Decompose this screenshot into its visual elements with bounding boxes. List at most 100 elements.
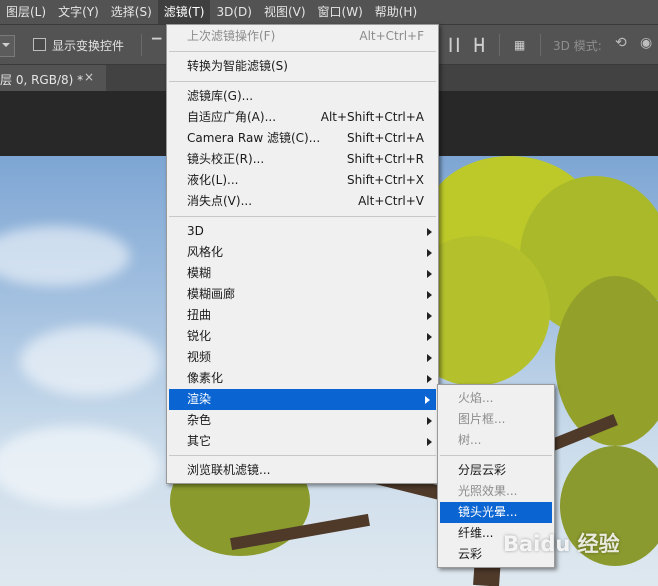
menu-item-filter-gallery[interactable]: 滤镜库(G)...	[167, 86, 438, 107]
submenu-arrow-icon	[427, 333, 432, 341]
menu-item-label: Camera Raw 滤镜(C)...	[187, 131, 321, 145]
submenu-arrow-icon	[425, 396, 430, 404]
menu-item-shortcut: Alt+Shift+Ctrl+A	[320, 110, 424, 124]
submenu-item-flame[interactable]: 火焰...	[438, 388, 554, 409]
menu-divider	[169, 51, 436, 52]
menu-item-label: 其它	[187, 434, 212, 448]
menu-item-label: 杂色	[187, 413, 212, 427]
submenu-arrow-icon	[427, 438, 432, 446]
submenu-item-picture-frame[interactable]: 图片框...	[438, 409, 554, 430]
submenu-arrow-icon	[427, 291, 432, 299]
submenu-item-lens-flare[interactable]: 镜头光晕...	[440, 502, 552, 523]
submenu-item-label: 光照效果...	[458, 484, 518, 498]
menu-filter[interactable]: 滤镜(T)	[157, 0, 211, 24]
menu-item-liquify[interactable]: 液化(L)... Shift+Ctrl+X	[167, 170, 438, 191]
menu-item-pixelate[interactable]: 像素化	[167, 368, 438, 389]
menu-item-label: 上次滤镜操作(F)	[187, 29, 276, 43]
menu-3d[interactable]: 3D(D)	[210, 0, 257, 24]
menu-divider	[440, 455, 552, 456]
menu-item-camera-raw[interactable]: Camera Raw 滤镜(C)... Shift+Ctrl+A	[167, 128, 438, 149]
menu-item-other[interactable]: 其它	[167, 431, 438, 452]
menu-item-label: 渲染	[187, 392, 212, 406]
submenu-item-label: 火焰...	[458, 391, 494, 405]
menu-item-shortcut: Alt+Ctrl+F	[359, 29, 424, 43]
align-top-icon[interactable]: ▔	[152, 38, 161, 52]
submenu-item-label: 分层云彩	[458, 463, 507, 477]
cloud-shape	[0, 426, 160, 506]
cloud-shape	[0, 226, 130, 286]
menu-item-label: 自适应广角(A)...	[187, 110, 277, 124]
menu-divider	[169, 81, 436, 82]
menu-item-shortcut: Shift+Ctrl+A	[347, 131, 424, 145]
submenu-item-difference-clouds[interactable]: 分层云彩	[438, 460, 554, 481]
submenu-item-label: 纤维...	[458, 526, 494, 540]
auto-align-icon[interactable]: ▦	[514, 38, 525, 52]
menu-item-browse-online-filters[interactable]: 浏览联机滤镜...	[167, 460, 438, 481]
document-tab[interactable]: 层 0, RGB/8) * ×	[0, 65, 106, 91]
menu-divider	[169, 455, 436, 456]
submenu-arrow-icon	[427, 270, 432, 278]
submenu-arrow-icon	[427, 312, 432, 320]
distribute-horizontal-icon[interactable]: ┃┃	[447, 38, 461, 52]
3d-mode-label: 3D 模式:	[553, 39, 602, 53]
menu-item-shortcut: Shift+Ctrl+X	[347, 173, 424, 187]
menu-item-sharpen[interactable]: 锐化	[167, 326, 438, 347]
tool-preset-dropdown[interactable]	[0, 35, 15, 57]
menu-item-adaptive-wide-angle[interactable]: 自适应广角(A)... Alt+Shift+Ctrl+A	[167, 107, 438, 128]
submenu-item-label: 镜头光晕...	[458, 505, 518, 519]
menu-item-blur-gallery[interactable]: 模糊画廊	[167, 284, 438, 305]
submenu-arrow-icon	[427, 249, 432, 257]
filter-dropdown-menu: 上次滤镜操作(F) Alt+Ctrl+F 转换为智能滤镜(S) 滤镜库(G)..…	[166, 24, 439, 484]
menu-type[interactable]: 文字(Y)	[52, 0, 105, 24]
menu-item-label: 滤镜库(G)...	[187, 89, 254, 103]
options-divider	[141, 34, 142, 56]
menu-item-label: 液化(L)...	[187, 173, 239, 187]
menu-item-video[interactable]: 视频	[167, 347, 438, 368]
menu-item-blur[interactable]: 模糊	[167, 263, 438, 284]
menu-item-shortcut: Shift+Ctrl+R	[346, 152, 424, 166]
submenu-item-label: 树...	[458, 433, 482, 447]
submenu-item-label: 云彩	[458, 547, 483, 561]
cloud-shape	[20, 326, 160, 396]
3d-orbit-icon[interactable]: ⟲	[615, 35, 627, 51]
menu-window[interactable]: 窗口(W)	[312, 0, 369, 24]
submenu-item-tree[interactable]: 树...	[438, 430, 554, 451]
options-divider	[540, 34, 541, 56]
menu-item-render[interactable]: 渲染	[169, 389, 436, 410]
menu-item-label: 镜头校正(R)...	[187, 152, 265, 166]
3d-roll-icon[interactable]: ◉	[640, 35, 652, 51]
menu-item-shortcut: Alt+Ctrl+V	[358, 194, 424, 208]
menu-item-lens-correction[interactable]: 镜头校正(R)... Shift+Ctrl+R	[167, 149, 438, 170]
menu-select[interactable]: 选择(S)	[105, 0, 158, 24]
menu-item-distort[interactable]: 扭曲	[167, 305, 438, 326]
baidu-watermark-logo: Baidu 经验	[503, 532, 620, 556]
close-icon[interactable]: ×	[84, 70, 94, 84]
submenu-item-label: 图片框...	[458, 412, 506, 426]
distribute-right-icon[interactable]: ┣┫	[472, 38, 486, 52]
menu-view[interactable]: 视图(V)	[258, 0, 312, 24]
options-divider	[499, 34, 500, 56]
menu-divider	[169, 216, 436, 217]
menu-item-label: 模糊画廊	[187, 287, 236, 301]
menu-help[interactable]: 帮助(H)	[369, 0, 423, 24]
menu-item-last-filter[interactable]: 上次滤镜操作(F) Alt+Ctrl+F	[167, 26, 438, 47]
menu-item-convert-smart-filter[interactable]: 转换为智能滤镜(S)	[167, 56, 438, 77]
menu-item-3d[interactable]: 3D	[167, 221, 438, 242]
menu-item-stylize[interactable]: 风格化	[167, 242, 438, 263]
menu-layer[interactable]: 图层(L)	[0, 0, 52, 24]
submenu-item-lighting-effects[interactable]: 光照效果...	[438, 481, 554, 502]
menu-item-label: 扭曲	[187, 308, 212, 322]
document-tab-title: 层 0, RGB/8) *	[0, 73, 84, 87]
submenu-arrow-icon	[427, 417, 432, 425]
menu-item-vanishing-point[interactable]: 消失点(V)... Alt+Ctrl+V	[167, 191, 438, 212]
menu-item-label: 风格化	[187, 245, 224, 259]
menu-item-label: 锐化	[187, 329, 212, 343]
show-transform-controls-checkbox[interactable]	[33, 38, 46, 51]
submenu-arrow-icon	[427, 228, 432, 236]
menu-item-label: 模糊	[187, 266, 212, 280]
menu-item-label: 3D	[187, 224, 204, 238]
menu-item-label: 像素化	[187, 371, 224, 385]
show-transform-controls-label: 显示变换控件	[52, 39, 125, 53]
menu-item-noise[interactable]: 杂色	[167, 410, 438, 431]
menu-item-label: 视频	[187, 350, 212, 364]
